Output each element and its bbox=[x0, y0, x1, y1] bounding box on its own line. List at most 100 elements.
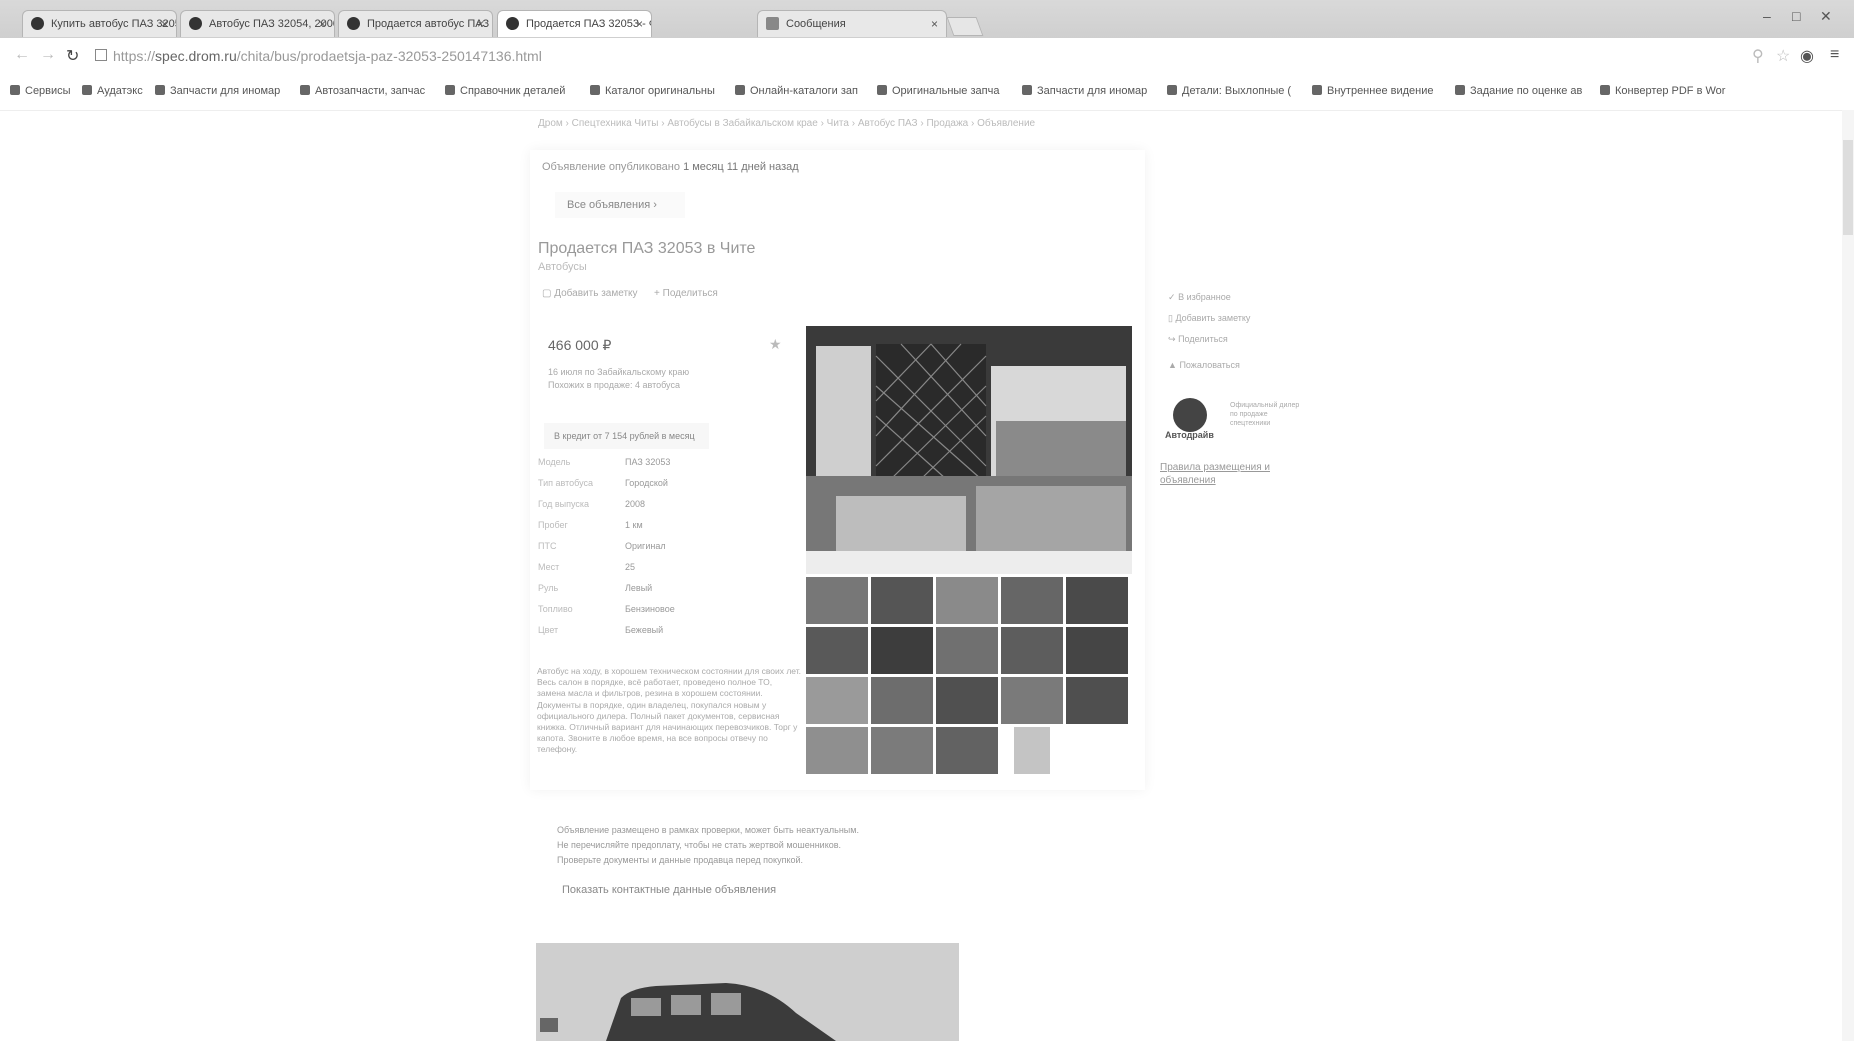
bookmark-item[interactable]: Сервисы bbox=[10, 85, 71, 97]
bookmark-item[interactable]: Внутреннее видение bbox=[1312, 85, 1434, 97]
bookmark-icon bbox=[735, 85, 745, 95]
bookmark-item[interactable]: Онлайн-каталоги зап bbox=[735, 85, 858, 97]
photo-thumbnail[interactable] bbox=[871, 677, 933, 724]
photo-thumbnail[interactable] bbox=[871, 627, 933, 674]
bookmark-item[interactable]: Аудатэкс bbox=[82, 85, 143, 97]
favorite-star-icon[interactable]: ★ bbox=[769, 336, 782, 353]
bookmark-item[interactable]: Оригинальные запча bbox=[877, 85, 999, 97]
browser-tab-2[interactable]: Автобус ПАЗ 32054, 2000 × bbox=[180, 10, 335, 37]
spec-label: Тип автобуса bbox=[538, 478, 593, 488]
seller-note: Официальный дилер bbox=[1230, 402, 1300, 409]
menu-icon[interactable]: ≡ bbox=[1830, 46, 1839, 64]
show-contacts-button[interactable]: Показать контактные данные объявления bbox=[562, 884, 776, 896]
photo-thumbnail[interactable] bbox=[936, 677, 998, 724]
bookmarks-bar: Сервисы Аудатэкс Запчасти для иномар Авт… bbox=[0, 74, 1854, 111]
photo-thumbnail[interactable] bbox=[806, 577, 868, 624]
chevron-right-icon: › bbox=[653, 199, 657, 211]
photo-thumbnail[interactable] bbox=[1066, 627, 1128, 674]
bookmark-item[interactable]: Каталог оригинальны bbox=[590, 85, 715, 97]
credit-button[interactable]: В кредит от 7 154 рублей в месяц bbox=[544, 423, 709, 449]
message-icon bbox=[766, 17, 779, 30]
side-link-favorite[interactable]: ✓ В избранное bbox=[1168, 292, 1231, 303]
bookmark-item[interactable]: Конвертер PDF в Wor bbox=[1600, 85, 1725, 97]
photo-thumbnail[interactable] bbox=[871, 727, 933, 774]
browser-tab-1[interactable]: Купить автобус ПАЗ 3205 × bbox=[22, 10, 177, 37]
photo-thumbnail[interactable] bbox=[936, 727, 998, 774]
spec-label: Руль bbox=[538, 583, 559, 593]
photo-thumbnail[interactable] bbox=[806, 627, 868, 674]
photo-thumbnail[interactable] bbox=[1001, 577, 1063, 624]
bookmark-star-icon[interactable]: ☆ bbox=[1776, 46, 1790, 66]
bookmark-icon bbox=[1455, 85, 1465, 95]
breadcrumb[interactable]: Дром › Спецтехника Читы › Автобусы в Заб… bbox=[538, 118, 1035, 129]
photo-thumbnail[interactable] bbox=[1066, 577, 1128, 624]
bookmark-icon bbox=[445, 85, 455, 95]
spec-value: 1 км bbox=[625, 520, 643, 530]
photo-thumbnail[interactable] bbox=[1014, 727, 1050, 774]
photo-thumbnail[interactable] bbox=[1066, 677, 1128, 724]
bookmark-item[interactable]: Запчасти для иномар bbox=[1022, 85, 1147, 97]
notice-text: Не перечисляйте предоплату, чтобы не ста… bbox=[557, 840, 842, 850]
close-tab-icon[interactable]: × bbox=[319, 11, 326, 37]
category-link[interactable]: Автобусы bbox=[538, 261, 587, 273]
spec-value: 25 bbox=[625, 562, 636, 572]
extension-icon[interactable]: ◉ bbox=[1800, 46, 1814, 66]
bookmark-icon bbox=[1022, 85, 1032, 95]
maximize-icon[interactable]: □ bbox=[1792, 4, 1800, 28]
drom-favicon-icon bbox=[347, 17, 360, 30]
bookmark-item[interactable]: Справочник деталей bbox=[445, 85, 565, 97]
photo-thumbnail[interactable] bbox=[806, 727, 868, 774]
spec-value: Бежевый bbox=[625, 625, 664, 635]
seller-name[interactable]: Автодрайв bbox=[1165, 430, 1214, 440]
all-ads-button[interactable]: Все объявления › bbox=[555, 192, 685, 218]
share-button[interactable]: + Поделиться bbox=[654, 288, 718, 299]
bookmark-icon bbox=[300, 85, 310, 95]
minimize-icon[interactable]: – bbox=[1763, 4, 1771, 28]
browser-tab-active[interactable]: Продается ПАЗ 32053 - Ф × bbox=[497, 10, 652, 37]
scrollbar[interactable] bbox=[1842, 110, 1854, 1041]
photo-thumbnail[interactable] bbox=[1001, 627, 1063, 674]
close-tab-icon[interactable]: × bbox=[477, 11, 484, 37]
back-arrow-icon[interactable]: ← bbox=[14, 46, 30, 64]
add-note-button[interactable]: ▢ Добавить заметку bbox=[542, 288, 638, 299]
bookmark-item[interactable]: Запчасти для иномар bbox=[155, 85, 280, 97]
tab-strip: Купить автобус ПАЗ 3205 × Автобус ПАЗ 320… bbox=[0, 0, 1854, 38]
photo-thumbnail[interactable] bbox=[806, 677, 868, 724]
side-link-note[interactable]: ▯ Добавить заметку bbox=[1168, 313, 1250, 324]
spec-value: 2008 bbox=[625, 499, 646, 509]
side-link-report[interactable]: ▲ Пожаловаться bbox=[1168, 360, 1240, 370]
photo-thumbnail[interactable] bbox=[936, 627, 998, 674]
drom-favicon-icon bbox=[31, 17, 44, 30]
bookmark-item[interactable]: Автозапчасти, запчас bbox=[300, 85, 425, 97]
main-photo[interactable] bbox=[806, 326, 1132, 574]
new-tab-button[interactable] bbox=[946, 17, 984, 36]
bookmark-item[interactable]: Детали: Выхлопные ( bbox=[1167, 85, 1291, 97]
reload-icon[interactable]: ↻ bbox=[66, 46, 79, 66]
bookmark-icon bbox=[155, 85, 165, 95]
bookmark-item[interactable]: Задание по оценке ав bbox=[1455, 85, 1582, 97]
similar-note[interactable]: Похожих в продаже: 4 автобуса bbox=[548, 380, 680, 390]
address-bar[interactable]: https://spec.drom.ru/chita/bus/prodaetsj… bbox=[95, 43, 1745, 69]
close-tab-icon[interactable]: × bbox=[636, 11, 643, 37]
photo-thumbnail[interactable] bbox=[1001, 677, 1063, 724]
lock-icon bbox=[95, 49, 107, 61]
forward-arrow-icon[interactable]: → bbox=[40, 46, 56, 64]
close-window-icon[interactable]: ✕ bbox=[1820, 4, 1832, 28]
photo-thumbnail[interactable] bbox=[871, 577, 933, 624]
scrollbar-thumb[interactable] bbox=[1843, 140, 1853, 235]
drom-favicon-icon bbox=[189, 17, 202, 30]
photo-thumbnail[interactable] bbox=[936, 577, 998, 624]
side-link-share[interactable]: ↪ Поделиться bbox=[1168, 334, 1228, 345]
seller-logo[interactable] bbox=[1173, 398, 1207, 432]
spec-label: Цвет bbox=[538, 625, 559, 635]
browser-tab-messages[interactable]: Сообщения × bbox=[757, 10, 947, 37]
close-tab-icon[interactable]: × bbox=[161, 11, 168, 37]
notice-text: Объявление размещено в рамках проверки, … bbox=[557, 825, 859, 835]
close-tab-icon[interactable]: × bbox=[931, 11, 938, 37]
browser-tab-3[interactable]: Продается автобус ПАЗ 3 × bbox=[338, 10, 493, 37]
price: 466 000 ₽ bbox=[548, 337, 612, 353]
bottom-photo[interactable] bbox=[536, 943, 959, 1041]
zoom-icon[interactable]: ⚲ bbox=[1752, 46, 1764, 66]
rules-link[interactable]: объявления bbox=[1160, 475, 1216, 486]
rules-link[interactable]: Правила размещения и bbox=[1160, 462, 1270, 473]
